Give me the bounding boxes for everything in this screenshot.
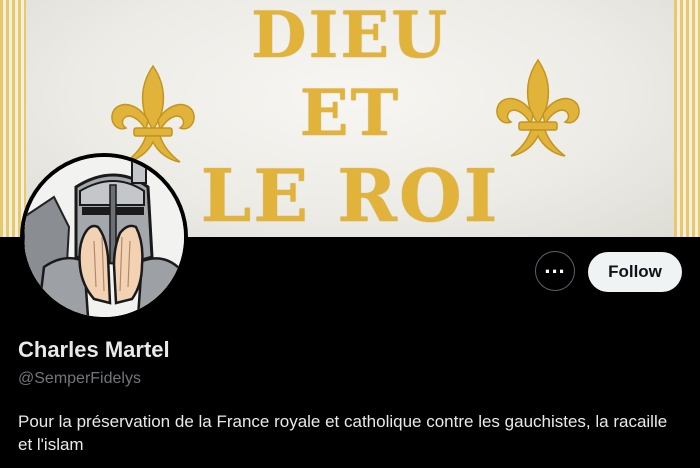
follow-button[interactable]: Follow [588, 252, 682, 292]
more-options-icon: ... [544, 253, 566, 278]
avatar[interactable] [20, 153, 188, 321]
profile-handle: @SemperFidelys [18, 370, 141, 387]
banner-motto-line-1: DIEU [250, 0, 450, 73]
profile-bio: Pour la préservation de la France royale… [18, 412, 668, 454]
knight-avatar-illustration [24, 157, 184, 317]
banner-motto-line-2: ET [299, 76, 401, 151]
more-options-button[interactable]: ... [535, 251, 575, 291]
profile-display-name: Charles Martel [18, 337, 170, 362]
